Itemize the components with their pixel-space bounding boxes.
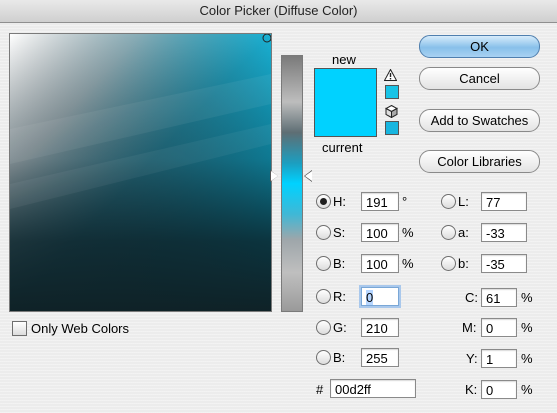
color-field[interactable] [9,33,272,312]
radio-l[interactable] [441,194,456,209]
input-r[interactable]: 0 [361,287,399,306]
cancel-button[interactable]: Cancel [419,67,540,90]
new-color-swatch [315,69,376,103]
label-g: G: [333,320,347,335]
only-web-colors-checkbox[interactable] [12,321,27,336]
input-lab-b[interactable]: -35 [481,254,527,273]
label-s: S: [333,225,346,240]
radio-g[interactable] [316,320,331,335]
only-web-colors-label: Only Web Colors [31,321,130,336]
input-r-selection: 0 [366,290,374,305]
input-k[interactable]: 0 [481,380,517,399]
current-label: current [322,140,363,155]
input-b[interactable]: 100 [361,254,399,273]
radio-b[interactable] [316,256,331,271]
hex-input[interactable]: 00d2ff [330,379,416,398]
label-lab-b: b: [458,256,469,271]
label-l: L: [458,194,469,209]
ok-button[interactable]: OK [419,35,540,58]
radio-a[interactable] [441,225,456,240]
unit-m: % [521,320,533,335]
radio-r[interactable] [316,289,331,304]
warning-triangle-icon[interactable] [384,69,397,81]
unit-h: ° [402,194,408,209]
input-y[interactable]: 1 [481,349,517,368]
label-a: a: [458,225,469,240]
label-m: M: [462,320,477,335]
new-label: new [332,52,356,67]
radio-h[interactable] [316,194,331,209]
color-preview [314,68,377,137]
unit-y: % [521,351,533,366]
label-y: Y: [466,351,478,366]
input-rgb-b[interactable]: 255 [361,348,399,367]
input-c[interactable]: 61 [481,288,517,307]
unit-k: % [521,382,533,397]
input-m[interactable]: 0 [481,318,517,337]
input-l[interactable]: 77 [481,192,527,211]
radio-rgb-b[interactable] [316,350,331,365]
window-title: Color Picker (Diffuse Color) [0,0,557,23]
current-color-swatch[interactable] [315,103,376,136]
unit-s: % [402,225,414,240]
radio-lab-b[interactable] [441,256,456,271]
add-to-swatches-button[interactable]: Add to Swatches [419,109,540,132]
web-safe-swatch[interactable] [385,121,399,135]
radio-s[interactable] [316,225,331,240]
unit-c: % [521,290,533,305]
hue-slider[interactable] [281,55,303,312]
hex-label: # [316,382,324,397]
gamut-warning-swatch[interactable] [385,85,399,99]
unit-b: % [402,256,414,271]
label-h: H: [333,194,346,209]
label-b: B: [333,256,346,271]
cube-icon[interactable] [385,105,398,118]
input-h[interactable]: 191 [361,192,399,211]
label-k: K: [465,382,478,397]
color-libraries-button[interactable]: Color Libraries [419,150,540,173]
input-a[interactable]: -33 [481,223,527,242]
input-s[interactable]: 100 [361,223,399,242]
input-g[interactable]: 210 [361,318,399,337]
color-picker-window: Color Picker (Diffuse Color) new current… [0,0,557,413]
label-r: R: [333,289,346,304]
label-rgb-b: B: [333,350,346,365]
label-c: C: [465,290,478,305]
